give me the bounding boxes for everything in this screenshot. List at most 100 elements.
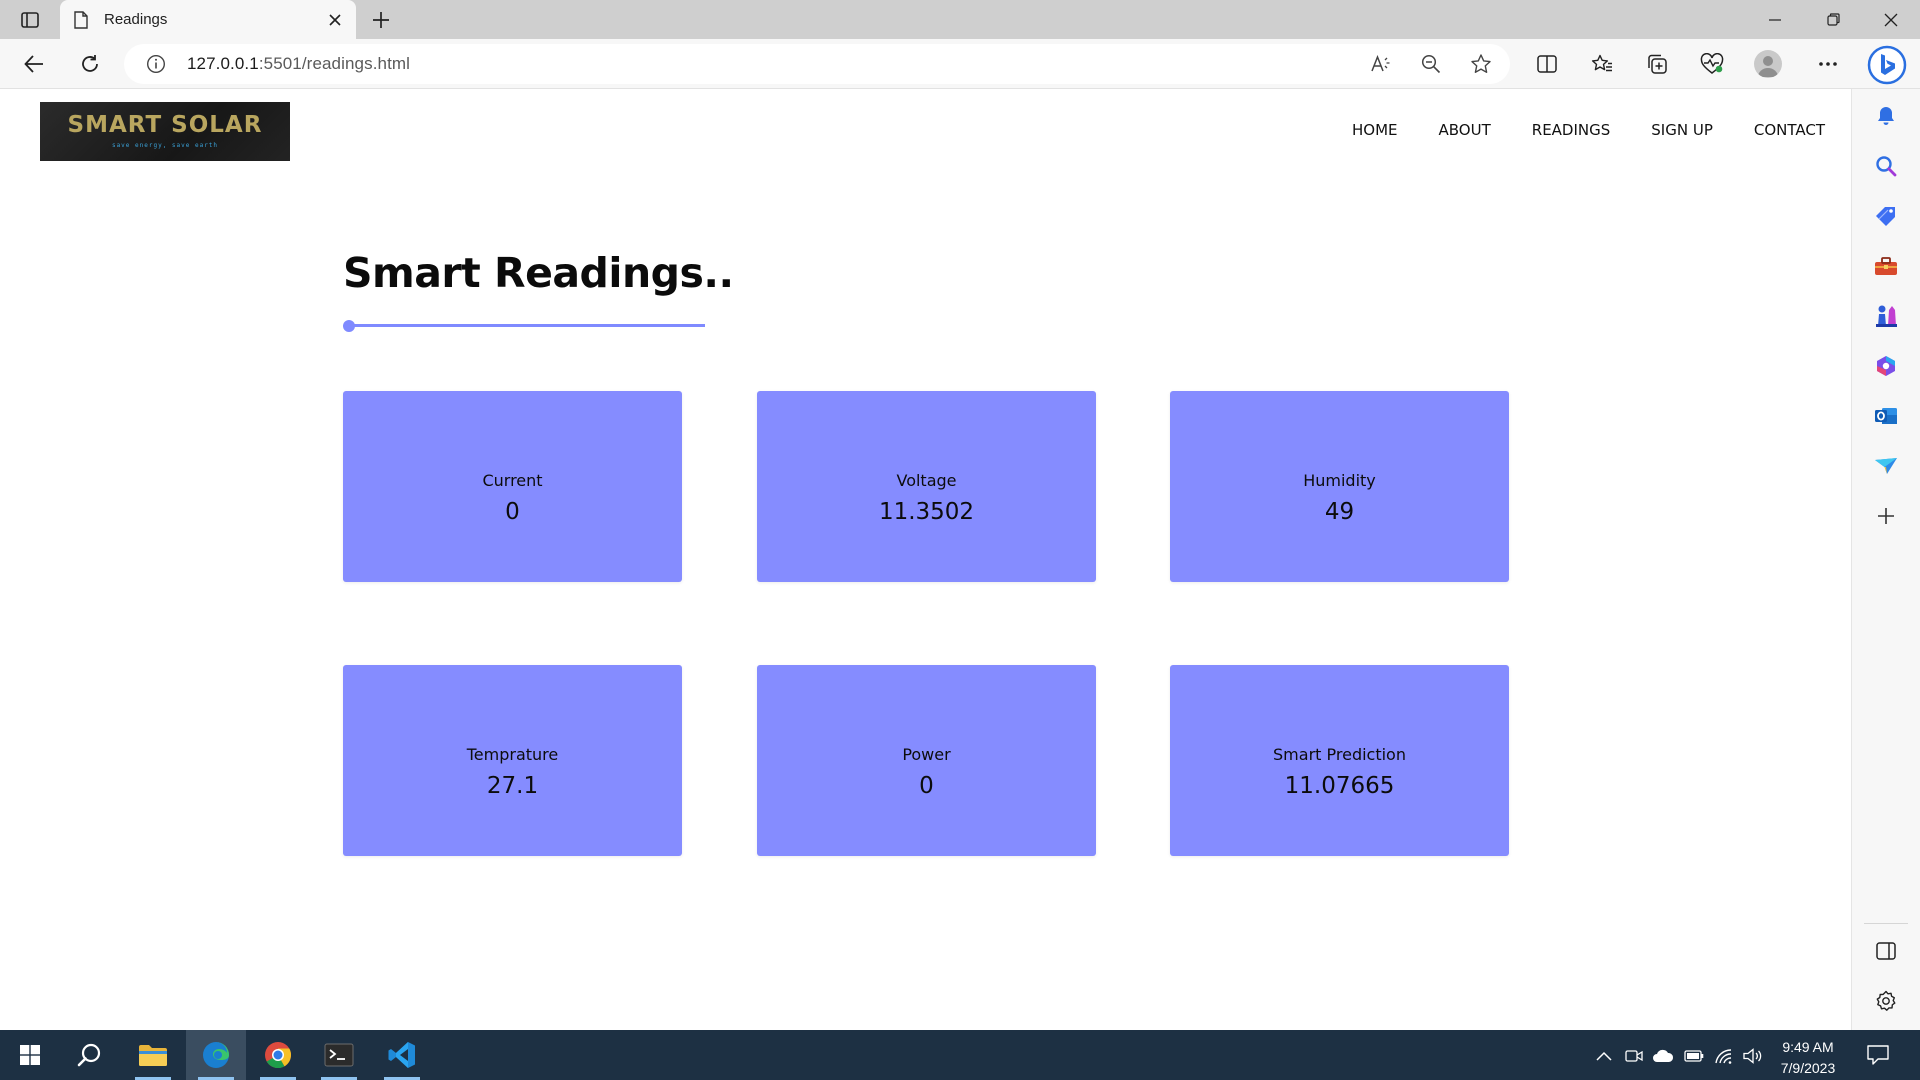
games-button[interactable] <box>1870 300 1902 332</box>
reading-card-temperature: Temprature 27.1 <box>343 665 682 856</box>
card-label: Current <box>482 471 543 490</box>
minimize-icon <box>1769 18 1781 21</box>
card-label: Voltage <box>896 471 957 490</box>
close-icon <box>329 14 341 26</box>
tag-icon <box>1876 207 1895 226</box>
plus-icon <box>1878 508 1894 524</box>
send-icon <box>1875 458 1897 474</box>
volume-button[interactable] <box>1742 1045 1764 1067</box>
office-icon <box>1877 356 1895 376</box>
minimize-button[interactable] <box>1747 0 1803 39</box>
terminal-icon <box>324 1043 354 1067</box>
shopping-button[interactable] <box>1870 200 1902 232</box>
chrome-icon <box>265 1042 292 1069</box>
add-sidebar-app-button[interactable] <box>1870 500 1902 532</box>
title-bar: Readings <box>0 0 1920 39</box>
battery-button[interactable] <box>1683 1045 1705 1067</box>
camera-icon <box>1625 1050 1643 1062</box>
browser-essentials-button[interactable] <box>1696 48 1728 80</box>
terminal-taskbar-button[interactable] <box>309 1030 369 1080</box>
url-path: :5501/readings.html <box>258 54 411 73</box>
favorites-button[interactable] <box>1586 48 1618 80</box>
sidebar-settings-button[interactable] <box>1870 985 1902 1017</box>
tab-actions-icon <box>21 12 39 28</box>
reading-card-voltage: Voltage 11.3502 <box>757 391 1096 582</box>
card-value: 27.1 <box>486 773 539 799</box>
bell-icon <box>1878 107 1894 125</box>
tab-close-button[interactable] <box>324 9 346 31</box>
star-icon <box>1471 54 1491 73</box>
speaker-icon <box>1743 1048 1762 1064</box>
clock-time: 9:49 AM <box>1782 1039 1834 1055</box>
site-logo[interactable]: SMART SOLAR save energy, save earth <box>40 102 290 161</box>
address-bar[interactable]: 127.0.0.1:5501/readings.html <box>124 44 1510 84</box>
search-sidebar-button[interactable] <box>1870 150 1902 182</box>
show-hidden-icons-button[interactable] <box>1593 1045 1615 1067</box>
close-window-button[interactable] <box>1863 0 1919 39</box>
collections-button[interactable] <box>1641 48 1673 80</box>
file-explorer-button[interactable] <box>123 1030 183 1080</box>
card-label: Power <box>902 745 951 764</box>
folder-icon <box>139 1045 167 1066</box>
url-text[interactable]: 127.0.0.1:5501/readings.html <box>187 54 410 74</box>
arrow-left-icon <box>24 55 43 73</box>
split-screen-button[interactable] <box>1531 48 1563 80</box>
back-button[interactable] <box>18 48 50 80</box>
vscode-taskbar-button[interactable] <box>372 1030 432 1080</box>
card-value: 0 <box>505 499 520 525</box>
restore-icon <box>1826 13 1840 26</box>
logo-tagline: save energy, save earth <box>111 142 219 149</box>
outlook-button[interactable] <box>1870 400 1902 432</box>
outlook-icon <box>1875 408 1897 424</box>
tab-readings[interactable]: Readings <box>60 0 356 39</box>
bing-copilot-button[interactable] <box>1865 43 1909 87</box>
action-center-button[interactable] <box>1864 1042 1892 1068</box>
search-icon <box>77 1043 101 1067</box>
nav-readings[interactable]: READINGS <box>1532 121 1611 139</box>
start-button[interactable] <box>0 1030 60 1080</box>
page-icon <box>74 11 88 29</box>
zoom-button[interactable] <box>1417 51 1445 77</box>
tools-button[interactable] <box>1870 250 1902 282</box>
microsoft-365-button[interactable] <box>1870 350 1902 382</box>
page-title: Smart Readings.. <box>343 249 734 297</box>
taskbar-search-button[interactable] <box>60 1030 120 1080</box>
reading-card-power: Power 0 <box>757 665 1096 856</box>
network-button[interactable] <box>1713 1045 1735 1067</box>
drop-button[interactable] <box>1870 450 1902 482</box>
notification-icon <box>1867 1045 1889 1065</box>
read-aloud-button[interactable] <box>1368 51 1396 77</box>
notifications-button[interactable] <box>1870 100 1902 132</box>
refresh-button[interactable] <box>74 48 106 80</box>
refresh-icon <box>82 55 98 72</box>
sidebar-divider <box>1864 923 1908 924</box>
nav-about[interactable]: ABOUT <box>1439 121 1491 139</box>
gear-icon <box>1876 990 1896 1011</box>
edge-icon <box>203 1042 229 1068</box>
edge-sidebar <box>1851 89 1920 1030</box>
tab-title: Readings <box>104 11 168 28</box>
onedrive-button[interactable] <box>1652 1045 1674 1067</box>
nav-sign-up[interactable]: SIGN UP <box>1651 121 1713 139</box>
battery-icon <box>1684 1050 1704 1062</box>
favorite-button[interactable] <box>1467 51 1495 77</box>
nav-contact[interactable]: CONTACT <box>1754 121 1825 139</box>
vscode-icon <box>388 1042 415 1068</box>
taskbar-clock[interactable]: 9:49 AM 7/9/2023 <box>1768 1037 1848 1079</box>
hide-sidebar-button[interactable] <box>1870 935 1902 967</box>
meet-now-button[interactable] <box>1623 1045 1645 1067</box>
tab-actions-button[interactable] <box>12 6 48 34</box>
more-icon <box>1819 62 1837 66</box>
cloud-icon <box>1653 1049 1674 1062</box>
windows-taskbar: 9:49 AM 7/9/2023 <box>0 1030 1920 1080</box>
bing-icon <box>1867 45 1907 85</box>
edge-taskbar-button[interactable] <box>186 1030 246 1080</box>
settings-more-button[interactable] <box>1812 48 1844 80</box>
profile-avatar[interactable] <box>1754 50 1782 78</box>
site-info-icon <box>146 54 166 74</box>
new-tab-button[interactable] <box>368 7 394 33</box>
split-screen-icon <box>1537 55 1557 73</box>
nav-home[interactable]: HOME <box>1352 121 1398 139</box>
restore-button[interactable] <box>1805 0 1861 39</box>
chrome-taskbar-button[interactable] <box>248 1030 308 1080</box>
